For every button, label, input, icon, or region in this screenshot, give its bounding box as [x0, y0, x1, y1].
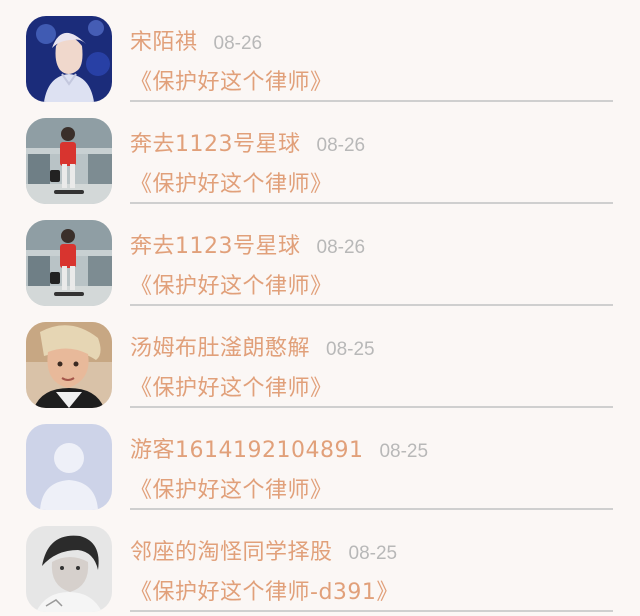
item-title[interactable]: 《保护好这个律师》: [130, 370, 333, 402]
user-name[interactable]: 邻座的淘怪同学择股: [130, 534, 333, 566]
user-name[interactable]: 奔去1123号星球: [130, 228, 301, 260]
item-title[interactable]: 《保护好这个律师》: [130, 64, 333, 96]
item-title[interactable]: 《保护好这个律师》: [130, 166, 333, 198]
item-title[interactable]: 《保护好这个律师》: [130, 472, 333, 504]
user-name[interactable]: 游客1614192104891: [130, 432, 363, 464]
item-header: 奔去1123号星球 08-26: [130, 126, 365, 158]
list-item[interactable]: 邻座的淘怪同学择股 08-25 《保护好这个律师-d391》: [0, 510, 640, 612]
avatar-photo-singer-icon[interactable]: [26, 16, 112, 102]
item-date: 08-25: [326, 339, 375, 360]
item-date: 08-26: [213, 33, 263, 54]
avatar-photo-street-icon[interactable]: [26, 118, 112, 204]
item-header: 汤姆布肚滏朗憨解 08-25: [130, 330, 375, 362]
item-header: 宋陌祺 08-26: [130, 24, 262, 56]
avatar-photo-street-icon[interactable]: [26, 220, 112, 306]
list-item[interactable]: 游客1614192104891 08-25 《保护好这个律师》: [0, 408, 640, 510]
avatar-photo-face-icon[interactable]: [26, 322, 112, 408]
item-header: 奔去1123号星球 08-26: [130, 228, 365, 260]
item-date: 08-25: [379, 441, 429, 462]
list-item[interactable]: 汤姆布肚滏朗憨解 08-25 《保护好这个律师》: [0, 306, 640, 408]
item-date: 08-26: [316, 237, 366, 258]
user-name[interactable]: 宋陌祺: [130, 24, 198, 56]
item-date: 08-26: [316, 135, 366, 156]
item-title[interactable]: 《保护好这个律师-d391》: [130, 574, 399, 606]
avatar-photo-grayscale-icon[interactable]: [26, 526, 112, 612]
item-date: 08-25: [348, 543, 398, 564]
list-item[interactable]: 奔去1123号星球 08-26 《保护好这个律师》: [0, 102, 640, 204]
history-list: 宋陌祺 08-26 《保护好这个律师》 奔去1123号星球 08-26 《保护好…: [0, 0, 640, 616]
divider: [130, 610, 613, 612]
item-title[interactable]: 《保护好这个律师》: [130, 268, 333, 300]
user-name[interactable]: 汤姆布肚滏朗憨解: [130, 330, 310, 362]
list-item[interactable]: 奔去1123号星球 08-26 《保护好这个律师》: [0, 204, 640, 306]
list-item[interactable]: 宋陌祺 08-26 《保护好这个律师》: [0, 0, 640, 102]
user-name[interactable]: 奔去1123号星球: [130, 126, 301, 158]
item-header: 游客1614192104891 08-25: [130, 432, 428, 464]
item-header: 邻座的淘怪同学择股 08-25: [130, 534, 397, 566]
default-user-avatar-icon[interactable]: [26, 424, 112, 510]
